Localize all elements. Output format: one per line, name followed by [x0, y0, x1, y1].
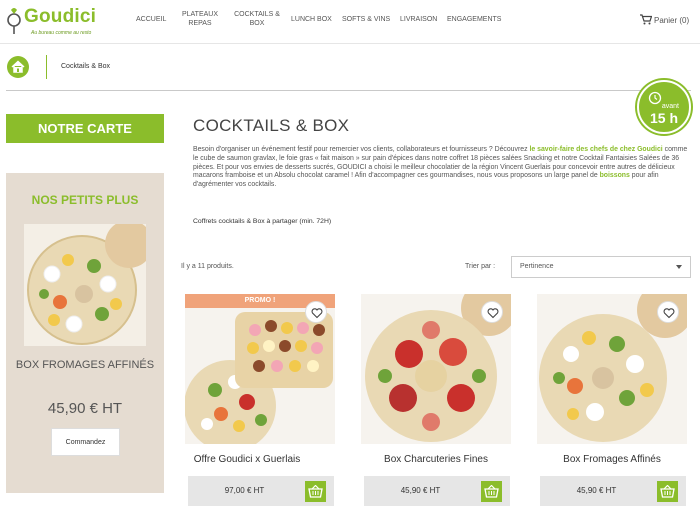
- wishlist-button[interactable]: [305, 301, 327, 323]
- product-count: Il y a 11 produits.: [181, 263, 234, 270]
- product-image-fromages[interactable]: [537, 294, 687, 444]
- product-price: 45,90 € HT: [400, 486, 441, 495]
- category-subline: Coffrets cocktails & Box à partager (min…: [193, 218, 332, 225]
- delivery-deadline-badge: avant 15 h: [637, 80, 691, 134]
- sort-label: Trier par :: [465, 263, 496, 270]
- logo-icon[interactable]: [6, 6, 22, 36]
- nav-plateaux-repas[interactable]: PLATEAUX REPAS: [178, 10, 222, 28]
- product-image-guerlais[interactable]: PROMO !: [185, 294, 335, 444]
- nav-accueil[interactable]: ACCUEIL: [136, 15, 166, 24]
- product-name[interactable]: Box Fromages Affinés: [537, 454, 687, 465]
- product-buy-bar: 45,90 € HT: [364, 476, 510, 506]
- add-to-cart-button[interactable]: [305, 481, 326, 502]
- category-description: Besoin d'organiser un événement festif p…: [193, 146, 693, 190]
- sort-value: Pertinence: [520, 263, 554, 270]
- sort-select[interactable]: Pertinence: [511, 256, 691, 278]
- basket-icon: [660, 485, 675, 498]
- logo-tagline: Au bureau comme au resto: [31, 30, 92, 36]
- product-name[interactable]: Offre Goudici x Guerlais: [172, 454, 322, 465]
- nav-engagements[interactable]: ENGAGEMENTS: [447, 15, 501, 24]
- petits-plus-product-image[interactable]: [24, 224, 146, 346]
- chevron-down-icon: [676, 265, 682, 269]
- product-name[interactable]: Box Charcuteries Fines: [361, 454, 511, 465]
- add-to-cart-button[interactable]: [481, 481, 502, 502]
- breadcrumb-current: Cocktails & Box: [61, 63, 111, 70]
- petits-plus-product-price: 45,90 € HT: [47, 400, 123, 417]
- nav-livraison[interactable]: LIVRAISON: [400, 15, 437, 24]
- product-image-charcuteries[interactable]: [361, 294, 511, 444]
- boissons-link[interactable]: boissons: [600, 172, 630, 179]
- heart-icon: [311, 308, 323, 319]
- nav-softs-vins[interactable]: SOFTS & VINS: [342, 15, 390, 24]
- wishlist-button[interactable]: [657, 301, 679, 323]
- nav-cocktails-box[interactable]: COCKTAILS & BOX: [231, 10, 283, 28]
- basket-icon: [484, 485, 499, 498]
- heart-icon: [487, 308, 499, 319]
- product-price: 97,00 € HT: [224, 486, 265, 495]
- petits-plus-panel: NOS PETITS PLUS BOX FROMAGES AFFINÉS 45,…: [6, 173, 164, 493]
- add-to-cart-button[interactable]: [657, 481, 678, 502]
- commandez-button[interactable]: Commandez: [51, 428, 120, 456]
- petits-plus-product-name: BOX FROMAGES AFFINÉS: [15, 359, 155, 371]
- badge-big-text: 15 h: [649, 110, 678, 126]
- notre-carte-button[interactable]: NOTRE CARTE: [6, 114, 164, 143]
- page-title: COCKTAILS & BOX: [193, 116, 350, 135]
- wishlist-button[interactable]: [481, 301, 503, 323]
- badge-small-text: avant: [661, 103, 679, 110]
- product-price: 45,90 € HT: [576, 486, 617, 495]
- savoir-faire-link[interactable]: le savoir-faire des chefs de chez Goudic…: [529, 146, 662, 153]
- cart-link[interactable]: Panier (0): [640, 14, 689, 25]
- home-icon: [11, 60, 25, 73]
- cart-label: Panier (0): [654, 16, 690, 25]
- breadcrumb-separator: [46, 55, 47, 79]
- nav-lunch-box[interactable]: LUNCH BOX: [291, 15, 332, 24]
- petits-plus-title: NOS PETITS PLUS: [31, 193, 139, 207]
- product-buy-bar: 97,00 € HT: [188, 476, 334, 506]
- breadcrumb-divider: [6, 90, 691, 91]
- cart-icon: [640, 14, 653, 25]
- basket-icon: [308, 485, 323, 498]
- product-buy-bar: 45,90 € HT: [540, 476, 686, 506]
- heart-icon: [663, 308, 675, 319]
- logo-text[interactable]: Goudici: [24, 6, 96, 28]
- site-header: Goudici Au bureau comme au resto ACCUEIL…: [0, 0, 700, 44]
- home-button[interactable]: [7, 56, 29, 78]
- desc-text-1: Besoin d'organiser un événement festif p…: [193, 146, 530, 153]
